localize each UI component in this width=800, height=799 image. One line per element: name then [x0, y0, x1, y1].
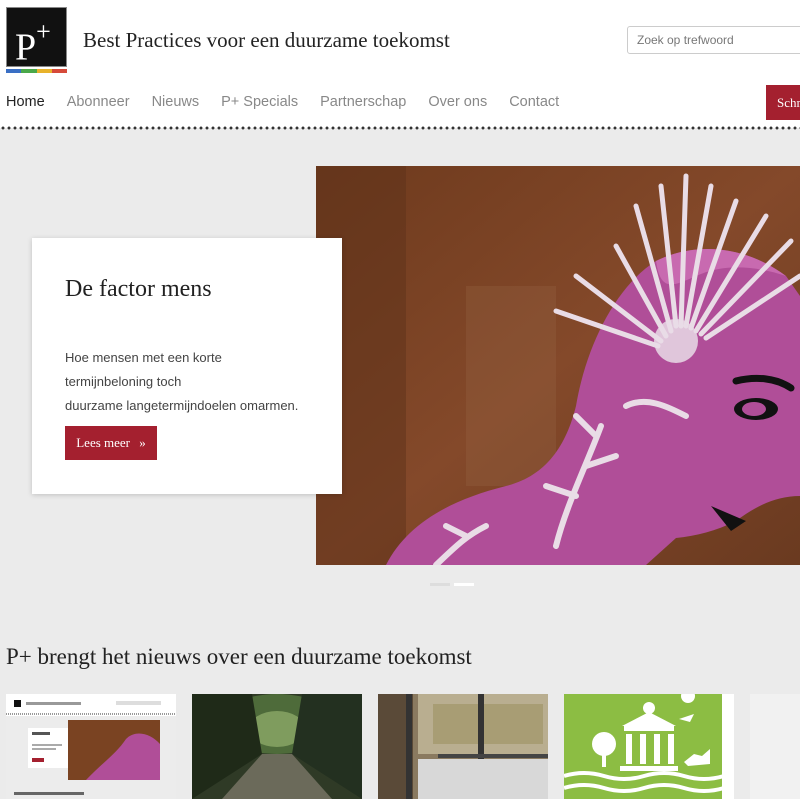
nav-item-abonneer[interactable]: Abonneer: [67, 94, 130, 110]
logo-color-stripe: [6, 69, 67, 73]
thumbnail-image-light: [750, 694, 800, 799]
logo-stripe-yellow: [36, 69, 52, 73]
hero-text-line: duurzame langetermijndoelen omarmen.: [65, 398, 299, 413]
main-nav: Home Abonneer Nieuws P+ Specials Partner…: [0, 94, 581, 110]
read-more-button[interactable]: Lees meer »: [65, 426, 157, 460]
dotted-divider: [0, 126, 800, 130]
site-title: Best Practices voor een duurzame toekoms…: [83, 28, 450, 52]
slider-dot-1[interactable]: [430, 583, 450, 586]
thumbnail-image-green-icons: [564, 694, 734, 799]
logo-stripe-green: [21, 69, 37, 73]
slider-dot-2[interactable]: [454, 583, 474, 586]
nav-item-over-ons[interactable]: Over ons: [428, 94, 487, 110]
news-thumbnail-1[interactable]: [6, 694, 176, 799]
site-header: P+ Best Practices voor een duurzame toek…: [0, 0, 800, 130]
hero-card: De factor mens Hoe mensen met een korte …: [32, 238, 342, 494]
thumbnail-image-screenshot: [6, 694, 176, 799]
logo-text: P+: [15, 17, 51, 69]
double-chevron-right-icon: »: [139, 435, 146, 450]
logo-stripe-blue: [6, 69, 22, 73]
nav-item-p-specials[interactable]: P+ Specials: [221, 94, 298, 110]
hero-text-line: termijnbeloning toch: [65, 374, 182, 389]
thumbnail-image-forest-path: [192, 694, 362, 799]
hero-illustration: [316, 166, 800, 565]
read-more-label: Lees meer: [76, 435, 131, 450]
hero-description: Hoe mensen met een korte termijnbeloning…: [65, 346, 298, 418]
news-thumbnail-2[interactable]: [192, 694, 362, 799]
news-thumbnail-4[interactable]: [564, 694, 734, 799]
logo-box: P+: [6, 7, 67, 69]
logo-stripe-red: [51, 69, 67, 73]
nav-item-home[interactable]: Home: [6, 94, 45, 110]
slider-dots: [430, 583, 474, 586]
hero-title[interactable]: De factor mens: [65, 276, 212, 303]
news-thumbnail-3[interactable]: [378, 694, 548, 799]
news-thumbnail-5[interactable]: [750, 694, 800, 799]
nav-item-partnerschap[interactable]: Partnerschap: [320, 94, 406, 110]
nav-item-nieuws[interactable]: Nieuws: [152, 94, 200, 110]
subscribe-button[interactable]: Schrijf: [766, 85, 800, 120]
nav-item-contact[interactable]: Contact: [509, 94, 559, 110]
news-section-title: P+ brengt het nieuws over een duurzame t…: [6, 644, 472, 669]
thumbnail-image-building-facade: [378, 694, 548, 799]
hero-text-line: Hoe mensen met een korte: [65, 350, 222, 365]
hero-image[interactable]: [316, 166, 800, 565]
search-input[interactable]: [627, 26, 800, 54]
logo[interactable]: P+: [6, 7, 67, 73]
